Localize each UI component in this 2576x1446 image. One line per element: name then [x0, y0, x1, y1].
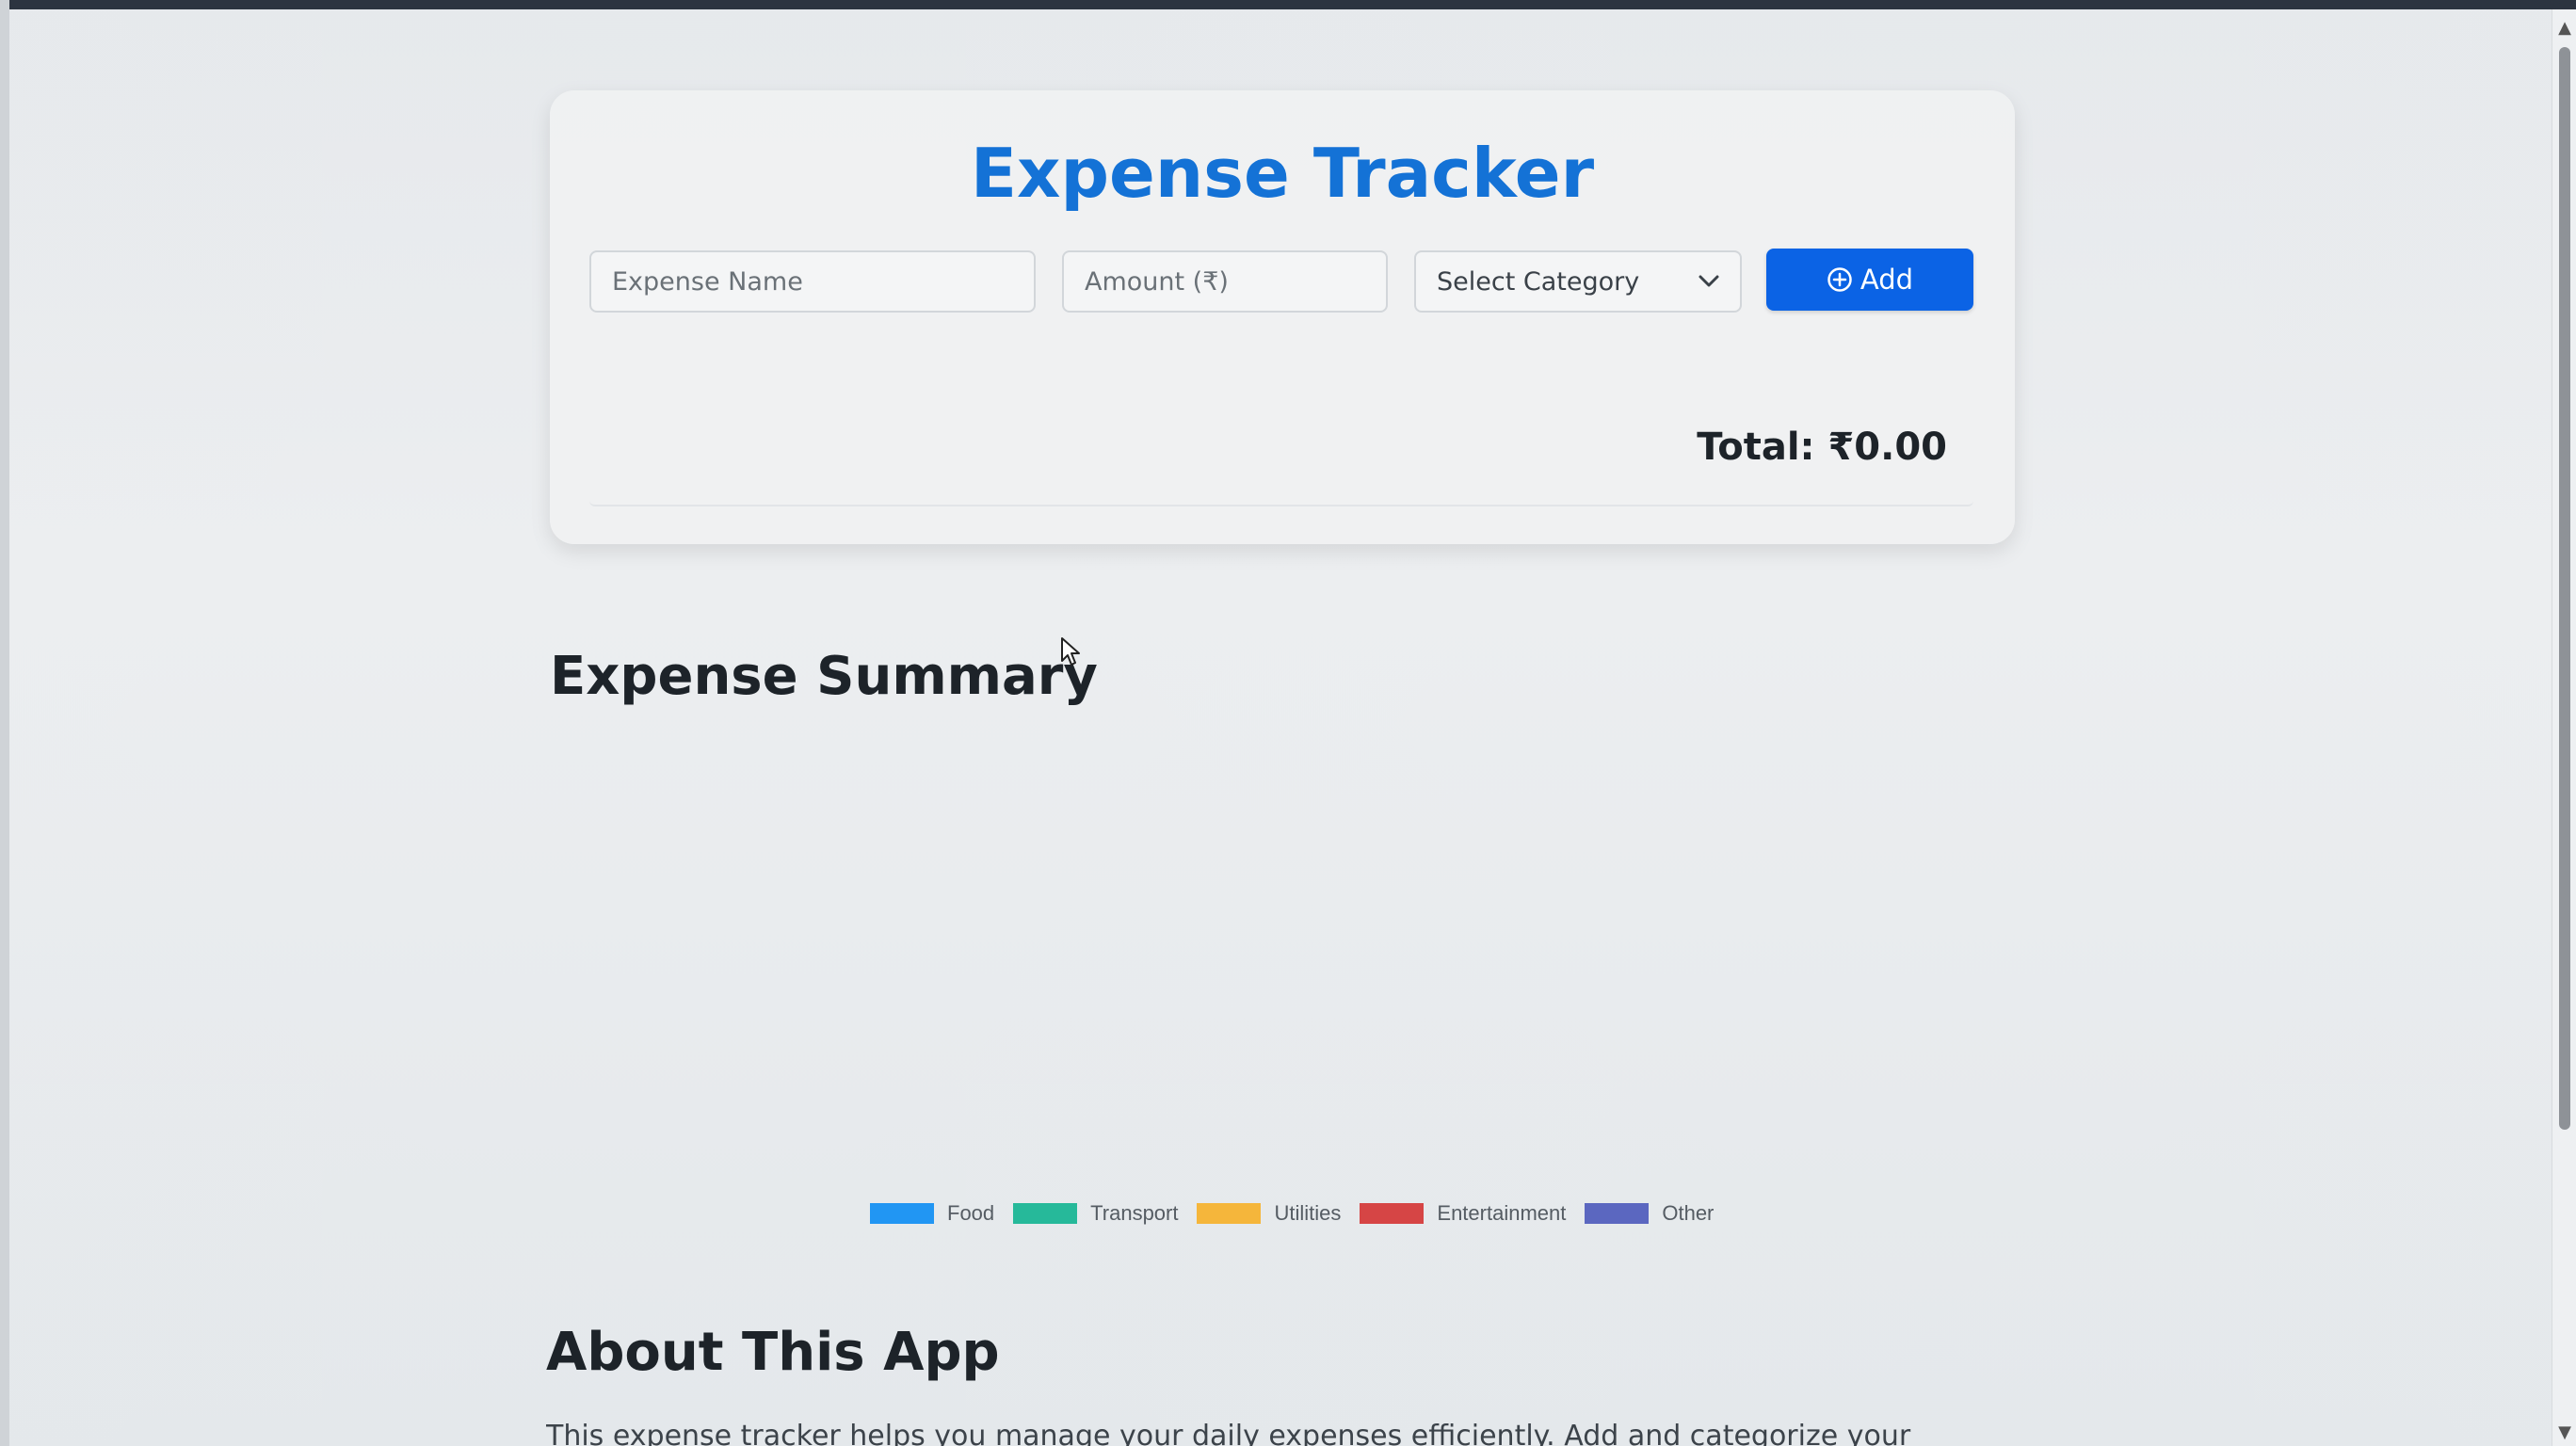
about-heading: About This App: [546, 1322, 1000, 1383]
window-left-edge: [0, 0, 9, 1446]
amount-field[interactable]: [1062, 250, 1388, 313]
legend-swatch: [1197, 1203, 1262, 1224]
legend-swatch: [870, 1203, 934, 1224]
about-description: This expense tracker helps you manage yo…: [546, 1420, 1911, 1446]
vertical-scrollbar[interactable]: ▲ ▼: [2552, 9, 2576, 1446]
amount-input[interactable]: [1085, 266, 1365, 297]
legend-item-food[interactable]: Food: [870, 1201, 994, 1226]
summary-heading: Expense Summary: [550, 646, 1098, 707]
pie-chart-canvas: [550, 734, 2015, 1186]
mouse-pointer-icon: [1060, 636, 1081, 670]
legend-swatch: [1013, 1203, 1078, 1224]
legend-swatch: [1585, 1203, 1650, 1224]
expense-name-input[interactable]: [612, 266, 1013, 297]
scroll-down-arrow-icon[interactable]: ▼: [2552, 1420, 2576, 1444]
legend-label: Utilities: [1274, 1201, 1342, 1225]
legend-swatch: [1360, 1203, 1425, 1224]
expense-pie-chart: [550, 734, 2015, 1224]
expense-form-card: Expense Tracker Select Category Add Tota…: [550, 90, 2015, 544]
legend-label: Food: [947, 1201, 995, 1225]
total-amount: Total: ₹0.00: [1697, 426, 1947, 469]
legend-item-transport[interactable]: Transport: [1013, 1201, 1178, 1226]
add-button-label: Add: [1860, 264, 1914, 296]
category-select[interactable]: Select Category: [1414, 250, 1742, 313]
legend-label: Other: [1662, 1201, 1715, 1225]
chevron-down-icon: [1699, 271, 1719, 292]
legend-label: Transport: [1090, 1201, 1179, 1225]
page-title: Expense Tracker: [970, 134, 1595, 213]
scroll-up-arrow-icon[interactable]: ▲: [2552, 15, 2576, 40]
category-select-value: Select Category: [1437, 266, 1640, 297]
expense-list: [589, 337, 1973, 506]
legend-item-utilities[interactable]: Utilities: [1197, 1201, 1341, 1226]
add-expense-button[interactable]: Add: [1766, 249, 1973, 311]
window-top-edge: [0, 0, 2576, 9]
chart-legend: Food Transport Utilities Entertainment Other: [870, 1199, 1714, 1228]
plus-circle-icon: [1827, 266, 1853, 293]
legend-item-entertainment[interactable]: Entertainment: [1360, 1201, 1566, 1226]
legend-label: Entertainment: [1437, 1201, 1567, 1225]
scrollbar-thumb[interactable]: [2559, 47, 2570, 1130]
expense-name-field[interactable]: [589, 250, 1036, 313]
legend-item-other[interactable]: Other: [1585, 1201, 1714, 1226]
